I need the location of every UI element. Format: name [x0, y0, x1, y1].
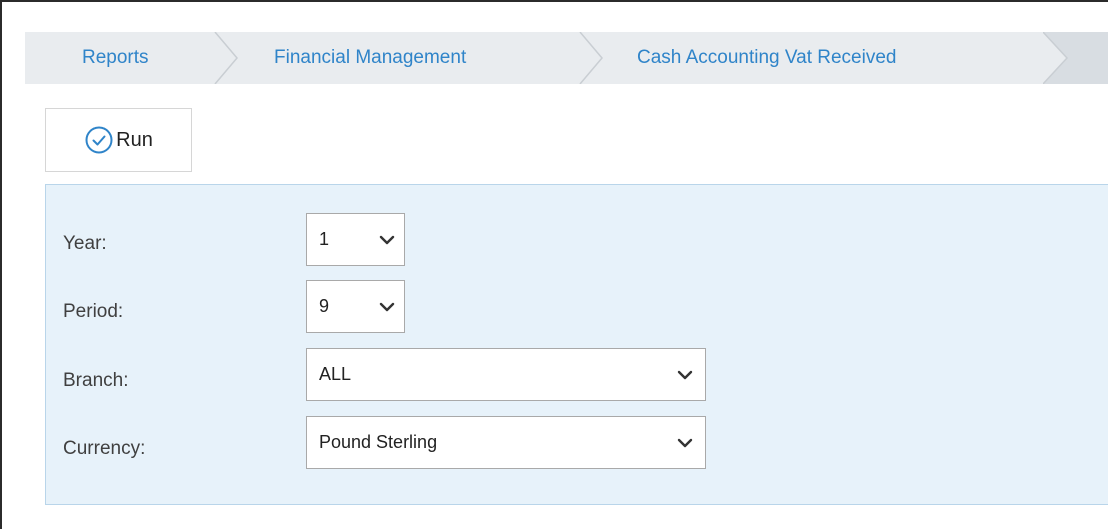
chevron-separator-icon: [579, 32, 603, 84]
currency-label: Currency:: [63, 438, 146, 459]
breadcrumb-item-cash-accounting-vat-received[interactable]: Cash Accounting Vat Received: [637, 32, 896, 84]
chevron-down-icon: [677, 438, 693, 447]
branch-select[interactable]: ALL: [306, 348, 706, 401]
breadcrumb: Reports Financial Management Cash Accoun…: [25, 32, 1108, 84]
breadcrumb-item-reports[interactable]: Reports: [82, 32, 149, 84]
branch-select-value: ALL: [319, 364, 352, 384]
year-select-value: 1: [319, 229, 330, 249]
chevron-separator-icon: [214, 32, 238, 84]
year-label: Year:: [63, 233, 107, 254]
breadcrumb-item-financial-management[interactable]: Financial Management: [274, 32, 466, 84]
currency-select-value: Pound Sterling: [319, 432, 438, 452]
period-label: Period:: [63, 301, 124, 322]
branch-label: Branch:: [63, 370, 129, 391]
check-circle-icon: [85, 126, 113, 154]
chevron-down-icon: [677, 370, 693, 379]
run-button[interactable]: Run: [45, 108, 192, 172]
period-select-value: 9: [319, 296, 330, 316]
period-select[interactable]: 9: [306, 280, 405, 333]
chevron-down-icon: [379, 302, 395, 311]
breadcrumb-current-segment: [1043, 32, 1108, 84]
currency-select[interactable]: Pound Sterling: [306, 416, 706, 469]
run-button-label: Run: [116, 128, 153, 151]
year-select[interactable]: 1: [306, 213, 405, 266]
chevron-down-icon: [379, 235, 395, 244]
